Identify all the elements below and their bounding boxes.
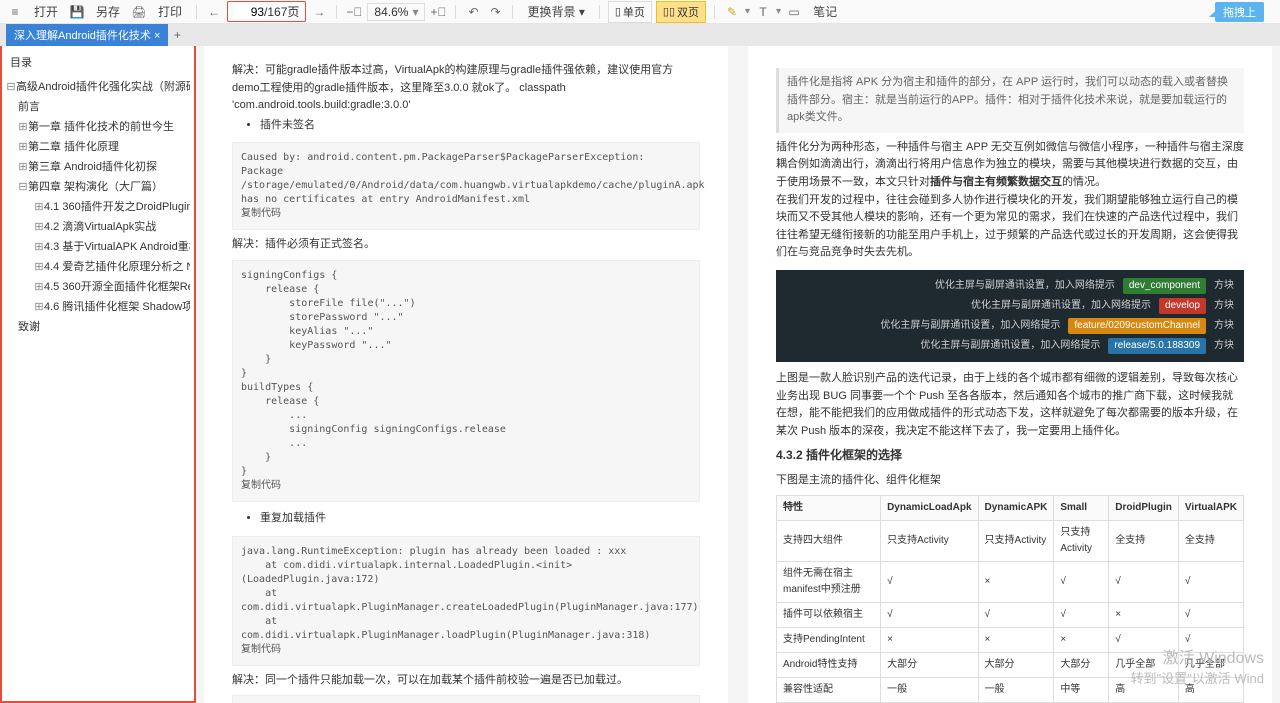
tree-item[interactable]: ⊞4.1 360插件开发之DroidPlugin	[6, 196, 190, 216]
note-icon[interactable]: ▭	[785, 3, 803, 21]
paragraph: 解决：同一个插件只能加载一次，可以在加载某个插件前校验一遍是否已加载过。	[232, 672, 700, 690]
rotate-ccw-icon[interactable]: ↶	[464, 3, 482, 21]
paragraph: 解决：可能gradle插件版本过高，VirtualApk的构建原理与gradle…	[232, 62, 700, 115]
page-next-icon[interactable]: →	[310, 3, 328, 21]
bullet-item: 插件未签名	[260, 115, 700, 137]
zoom-in-icon[interactable]: +⃝	[429, 3, 447, 21]
sidebar-header: 目录	[6, 52, 190, 72]
bullet-item: 重复加载插件	[260, 508, 700, 530]
rotate-cw-icon[interactable]: ↷	[486, 3, 504, 21]
heading-432: 4.3.2 插件化框架的选择	[776, 446, 1244, 465]
tab-bar: 深入理解Android插件化技术 × +	[0, 24, 1280, 46]
highlight-icon[interactable]: ✎	[723, 3, 741, 21]
tree-item[interactable]: ⊞第二章 插件化原理	[6, 136, 190, 156]
paragraph: 插件化分为两种形态，一种插件与宿主 APP 无交互例如微信与微信小程序，一种插件…	[776, 139, 1244, 192]
zoom-out-icon[interactable]: −⃝	[345, 3, 363, 21]
single-page-button[interactable]: ▯单页	[608, 1, 652, 23]
code-block: Caused by: android.content.pm.PackagePar…	[232, 142, 700, 230]
tree-item[interactable]: ⊟第四章 架构演化（大厂篇）	[6, 176, 190, 196]
tree-root[interactable]: ⊟高级Android插件化强化实战（附源码）	[6, 76, 190, 96]
watermark: 激活 Windows 转到"设置"以激活 Wind	[1131, 644, 1264, 687]
text-icon[interactable]: T	[754, 3, 772, 21]
toolbar: ≡ 打开 💾 另存 🖨 打印 ← /167页 → −⃝ 84.6% ▾ +⃝ ↶…	[0, 0, 1280, 24]
code-block: signingConfigs { release { storeFile fil…	[232, 260, 700, 502]
tab-label: 深入理解Android插件化技术 ×	[14, 27, 160, 43]
page-viewport[interactable]: 解决：可能gradle插件版本过高，VirtualApk的构建原理与gradle…	[196, 46, 1280, 703]
tree-item[interactable]: 致谢	[6, 316, 190, 336]
paragraph: 在我们开发的过程中，往往会碰到多人协作进行模块化的开发，我们期望能够独立运行自己…	[776, 192, 1244, 262]
upload-button[interactable]: 拖拽上	[1215, 2, 1264, 22]
tree-item[interactable]: ⊞第三章 Android插件化初探	[6, 156, 190, 176]
blockquote: 插件化是指将 APK 分为宿主和插件的部分，在 APP 运行时，我们可以动态的载…	[776, 68, 1244, 133]
page-box: /167页	[227, 1, 306, 22]
tab-add-icon[interactable]: +	[168, 24, 186, 46]
tree-item[interactable]: ⊞4.3 基于VirtualAPK Android重构之插	[6, 236, 190, 256]
tree-item[interactable]: ⊞4.6 腾讯插件化框架 Shadow项目解析	[6, 296, 190, 316]
save-icon[interactable]: 💾	[68, 3, 86, 21]
print-icon[interactable]: 🖨	[130, 3, 148, 21]
tree-item[interactable]: 前言	[6, 96, 190, 116]
tree-item[interactable]: ⊞4.5 360开源全面插件化框架RePlugin	[6, 276, 190, 296]
paragraph: 下图是主流的插件化、组件化框架	[776, 472, 1244, 490]
tree-item[interactable]: ⊞第一章 插件化技术的前世今生	[6, 116, 190, 136]
print-button[interactable]: 打印	[152, 1, 188, 22]
page-prev-icon[interactable]: ←	[205, 3, 223, 21]
paragraph: 上图是一款人脸识别产品的迭代记录，由于上线的各个城市都有细微的逻辑差别，导致每次…	[776, 370, 1244, 440]
git-branches-image: 优化主屏与副屏通讯设置，加入网络提示dev_component方块优化主屏与副屏…	[776, 270, 1244, 362]
saveas-button[interactable]: 另存	[90, 1, 126, 22]
open-button[interactable]: 打开	[28, 1, 64, 22]
code-block: val hasLoaded = PluginManager.getInstanc…	[232, 695, 700, 703]
tree-item[interactable]: ⊞4.4 爱奇艺插件化原理分析之 Neptun	[6, 256, 190, 276]
page-right: 插件化是指将 APK 分为宿主和插件的部分，在 APP 运行时，我们可以动态的载…	[748, 46, 1272, 703]
sidebar-outline: 目录 ⊟高级Android插件化强化实战（附源码） 前言 ⊞第一章 插件化技术的…	[0, 46, 196, 703]
main: 目录 ⊟高级Android插件化强化实战（附源码） 前言 ⊞第一章 插件化技术的…	[0, 46, 1280, 703]
paragraph: 解决：插件必须有正式签名。	[232, 236, 700, 254]
menu-icon[interactable]: ≡	[6, 3, 24, 21]
tree-item[interactable]: ⊞4.2 滴滴VirtualApk实战	[6, 216, 190, 236]
page-left: 解决：可能gradle插件版本过高，VirtualApk的构建原理与gradle…	[204, 46, 728, 703]
page-total: /167页	[264, 3, 299, 20]
page-input[interactable]	[234, 5, 264, 19]
outline-tree: ⊟高级Android插件化强化实战（附源码） 前言 ⊞第一章 插件化技术的前世今…	[6, 76, 190, 336]
zoom-select[interactable]: 84.6% ▾	[367, 3, 425, 21]
code-block: java.lang.RuntimeException: plugin has a…	[232, 536, 700, 666]
bg-button[interactable]: 更换背景 ▾	[521, 1, 590, 22]
tab-document[interactable]: 深入理解Android插件化技术 ×	[6, 24, 168, 46]
note-button[interactable]: 笔记	[807, 1, 843, 22]
double-page-button[interactable]: ▯▯双页	[656, 1, 706, 23]
